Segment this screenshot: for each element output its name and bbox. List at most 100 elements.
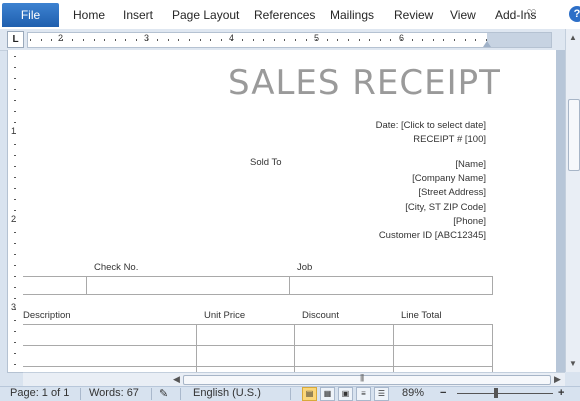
- ruler-number: 2: [58, 33, 64, 43]
- vertical-scroll-thumb[interactable]: [568, 99, 580, 171]
- page-count[interactable]: Page: 1 of 1: [10, 387, 69, 399]
- horizontal-scrollbar[interactable]: ◀ ||| ▶: [23, 372, 565, 386]
- check-job-table[interactable]: [23, 276, 493, 295]
- document-page[interactable]: SALES RECEIPT Date: [Click to select dat…: [23, 50, 556, 372]
- ruler-tick: [40, 39, 42, 41]
- vertical-ruler[interactable]: 1 2 3: [7, 50, 24, 373]
- ruler-tick: [295, 39, 296, 41]
- ruler-tick: [263, 39, 265, 41]
- receipt-number[interactable]: RECEIPT # [100]: [413, 134, 486, 145]
- ruler-tick: [14, 89, 16, 90]
- ruler-tick: [454, 39, 455, 41]
- ruler-tick: [14, 78, 16, 79]
- ruler-tick: [14, 210, 16, 211]
- ruler-tick: [443, 39, 445, 41]
- scroll-up-icon[interactable]: ▲: [569, 33, 577, 42]
- file-tab[interactable]: File: [2, 3, 59, 27]
- tab-view[interactable]: View: [450, 8, 476, 22]
- address-company[interactable]: [Company Name]: [412, 173, 486, 184]
- ruler-tick: [14, 122, 16, 123]
- ruler-tick: [273, 39, 275, 41]
- horizontal-scroll-thumb[interactable]: [183, 375, 551, 385]
- date-field[interactable]: Date: [Click to select date]: [376, 120, 486, 131]
- tab-selector-button[interactable]: L: [7, 31, 24, 48]
- customer-id[interactable]: Customer ID [ABC12345]: [379, 230, 486, 241]
- ruler-tick: [305, 39, 307, 41]
- address-phone[interactable]: [Phone]: [453, 216, 486, 227]
- word-count[interactable]: Words: 67: [89, 387, 139, 399]
- vertical-scrollbar[interactable]: ▲ ▼: [565, 29, 580, 372]
- ruler-number: 2: [11, 214, 17, 224]
- column-line-total: Line Total: [401, 310, 442, 321]
- line-items-table[interactable]: [23, 324, 493, 372]
- ruler-right-margin: [487, 33, 551, 47]
- scroll-right-icon[interactable]: ▶: [554, 374, 561, 385]
- ruler-number: 5: [314, 33, 320, 43]
- tab-home[interactable]: Home: [73, 8, 105, 22]
- tab-review[interactable]: Review: [394, 8, 433, 22]
- zoom-level[interactable]: 89%: [402, 387, 424, 399]
- zoom-slider[interactable]: [457, 393, 553, 394]
- horizontal-ruler[interactable]: 2 3 4 5 6: [27, 32, 552, 48]
- column-description: Description: [23, 310, 71, 321]
- ruler-tick: [464, 39, 466, 41]
- address-city[interactable]: [City, ST ZIP Code]: [405, 202, 486, 213]
- ruler-tick: [14, 67, 16, 68]
- ruler-tick: [14, 199, 16, 200]
- ribbon-tab-bar: File Home Insert Page Layout References …: [0, 0, 580, 30]
- language-indicator[interactable]: English (U.S.): [193, 387, 261, 399]
- zoom-in-icon[interactable]: +: [558, 387, 564, 399]
- zoom-slider-thumb[interactable]: [494, 388, 498, 398]
- scroll-down-icon[interactable]: ▼: [569, 359, 577, 368]
- status-bar: Page: 1 of 1 Words: 67 ✎ English (U.S.) …: [0, 386, 580, 401]
- check-no-label: Check No.: [94, 262, 139, 273]
- ruler-tick: [14, 56, 16, 57]
- ruler-tick: [369, 39, 371, 41]
- address-street[interactable]: [Street Address]: [418, 187, 486, 198]
- status-separator: [151, 388, 152, 400]
- right-indent-marker[interactable]: [483, 41, 491, 47]
- full-screen-reading-icon[interactable]: ▦: [320, 387, 335, 401]
- ruler-tick: [401, 39, 402, 41]
- outline-icon[interactable]: ≡: [356, 387, 371, 401]
- horizontal-ruler-bar: L 2 3 4 5 6: [0, 29, 580, 51]
- ruler-tick: [14, 265, 16, 266]
- ruler-tick: [220, 39, 222, 41]
- ruler-tick: [284, 39, 286, 41]
- tab-references[interactable]: References: [254, 8, 315, 22]
- table-row-divider: [23, 366, 493, 367]
- ruler-tick: [475, 39, 477, 41]
- address-name[interactable]: [Name]: [455, 159, 486, 170]
- document-area[interactable]: SALES RECEIPT Date: [Click to select dat…: [23, 50, 565, 372]
- ruler-tick: [14, 100, 16, 101]
- ruler-tick: [14, 243, 16, 244]
- tab-mailings[interactable]: Mailings: [330, 8, 374, 22]
- ruler-tick: [114, 39, 116, 41]
- table-row-divider: [23, 345, 493, 346]
- draft-icon[interactable]: ☰: [374, 387, 389, 401]
- scroll-left-icon[interactable]: ◀: [173, 374, 180, 385]
- ruler-tick: [199, 39, 201, 41]
- web-layout-icon[interactable]: ▣: [338, 387, 353, 401]
- ruler-tick: [14, 111, 16, 112]
- ruler-tick: [14, 254, 16, 255]
- ruler-tick: [14, 309, 16, 310]
- print-layout-icon[interactable]: ▤: [302, 387, 317, 401]
- ruler-tick: [14, 133, 16, 134]
- ruler-tick: [326, 39, 328, 41]
- ruler-tick: [14, 276, 16, 277]
- ruler-tick: [14, 287, 16, 288]
- receipt-title[interactable]: SALES RECEIPT: [228, 63, 501, 103]
- minimize-ribbon-icon[interactable]: ♡: [526, 7, 537, 21]
- tab-insert[interactable]: Insert: [123, 8, 153, 22]
- help-icon[interactable]: ?: [569, 6, 580, 22]
- ruler-tick: [358, 39, 360, 41]
- ruler-tick: [14, 166, 16, 167]
- tab-page-layout[interactable]: Page Layout: [172, 8, 239, 22]
- zoom-out-icon[interactable]: −: [440, 387, 446, 399]
- ruler-number: 1: [11, 126, 17, 136]
- ruler-tick: [51, 39, 53, 41]
- proofing-icon[interactable]: ✎: [159, 387, 168, 400]
- ruler-tick: [146, 39, 148, 41]
- ruler-tick: [422, 39, 424, 41]
